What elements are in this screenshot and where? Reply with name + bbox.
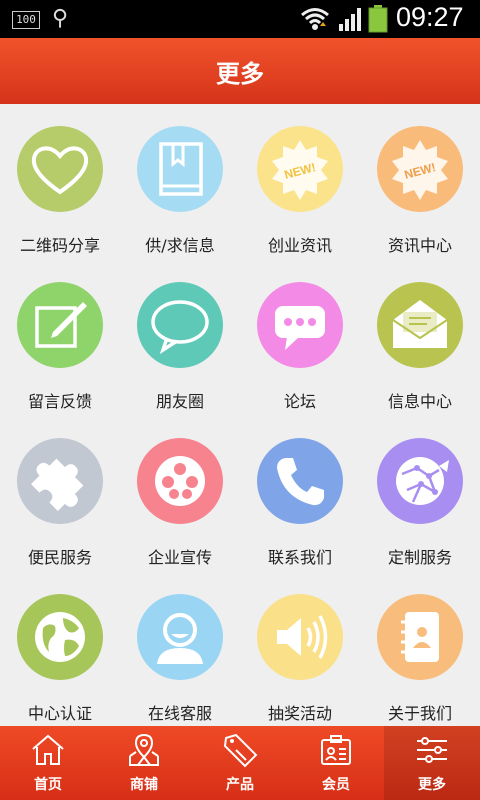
grid-item-label: 供/求信息 [145,236,215,255]
globe-network-icon [377,438,463,524]
puzzle-icon [17,438,103,524]
chat-bubble-icon [137,282,223,368]
tab-products[interactable]: 产品 [192,726,288,800]
grid-item-label: 论坛 [283,392,316,411]
new-badge-icon: NEW! [257,126,343,212]
grid-item-news-center[interactable]: NEW! 资讯中心 [360,104,480,259]
phone-icon [257,438,343,524]
tab-label: 更多 [418,777,446,793]
grid-item-convenience-service[interactable]: 便民服务 [0,416,120,571]
tab-home[interactable]: 首页 [0,726,96,800]
grid-item-label: 中心认证 [27,704,92,723]
speaker-icon [257,594,343,680]
page-title: 更多 [216,60,264,88]
wifi-icon [301,8,329,30]
battery-icon [368,5,388,33]
tag-icon [223,733,258,768]
grid-item-label: 创业资讯 [267,236,332,255]
grid-item-feedback[interactable]: 留言反馈 [0,260,120,415]
tab-label: 首页 [34,777,62,793]
grid-item-center-certification[interactable]: 中心认证 [0,572,120,727]
grid-item-supply-demand[interactable]: 供/求信息 [120,104,240,259]
grid-item-label: 定制服务 [387,548,452,567]
new-badge-icon: NEW! [377,126,463,212]
grid-item-moments[interactable]: 朋友圈 [120,260,240,415]
bottom-tab-bar: 首页 商铺 产品 会员 更多 [0,726,480,800]
tab-members[interactable]: 会员 [288,726,384,800]
tab-more[interactable]: 更多 [384,726,480,800]
envelope-icon [377,282,463,368]
grid-item-label: 联系我们 [267,548,332,567]
tab-label: 商铺 [130,777,158,793]
battery-percent-icon: 100 [12,11,40,29]
grid-item-label: 抽奖活动 [267,704,332,723]
grid-item-info-center[interactable]: 信息中心 [360,260,480,415]
tab-shop[interactable]: 商铺 [96,726,192,800]
header-bar: 更多 [0,38,480,104]
grid-item-startup-news[interactable]: NEW! 创业资讯 [240,104,360,259]
grid-item-lottery[interactable]: 抽奖活动 [240,572,360,727]
grid-item-company-promo[interactable]: 企业宣传 [120,416,240,571]
grid-item-label: 便民服务 [27,548,92,567]
grid-item-label: 资讯中心 [387,236,452,255]
message-dots-icon [257,282,343,368]
grid-item-label: 信息中心 [387,392,452,411]
shop-icon [129,733,159,766]
signal-icon [339,8,361,31]
customer-service-icon [137,594,223,680]
grid-item-label: 在线客服 [147,704,212,723]
grid-item-online-support[interactable]: 在线客服 [120,572,240,727]
grid-item-custom-service[interactable]: 定制服务 [360,416,480,571]
contacts-book-icon [377,594,463,680]
settings-sliders-icon [417,737,447,763]
home-icon [32,734,64,765]
globe-icon [17,594,103,680]
member-card-icon [321,735,351,765]
grid-item-contact-us[interactable]: 联系我们 [240,416,360,571]
grid-item-label: 朋友圈 [155,392,204,411]
clock: 09:27 [396,2,464,32]
edit-icon [17,282,103,368]
grid-item-forum[interactable]: 论坛 [240,260,360,415]
status-bar: 100 ⚲ 09:27 [0,0,480,38]
grid-item-about-us[interactable]: 关于我们 [360,572,480,727]
tab-label: 会员 [322,777,350,793]
film-reel-icon [137,438,223,524]
usb-icon: ⚲ [52,6,69,31]
book-icon [137,126,223,212]
grid-item-label: 二维码分享 [19,236,100,255]
feature-grid: 二维码分享 供/求信息 NEW! 创业资讯 NEW! 资讯中心 留言反馈 朋友圈 [0,104,480,726]
heart-icon [17,126,103,212]
grid-item-label: 关于我们 [387,704,452,723]
grid-item-qrcode-share[interactable]: 二维码分享 [0,104,120,259]
tab-label: 产品 [226,777,254,793]
grid-item-label: 留言反馈 [27,392,92,411]
grid-item-label: 企业宣传 [147,548,212,567]
